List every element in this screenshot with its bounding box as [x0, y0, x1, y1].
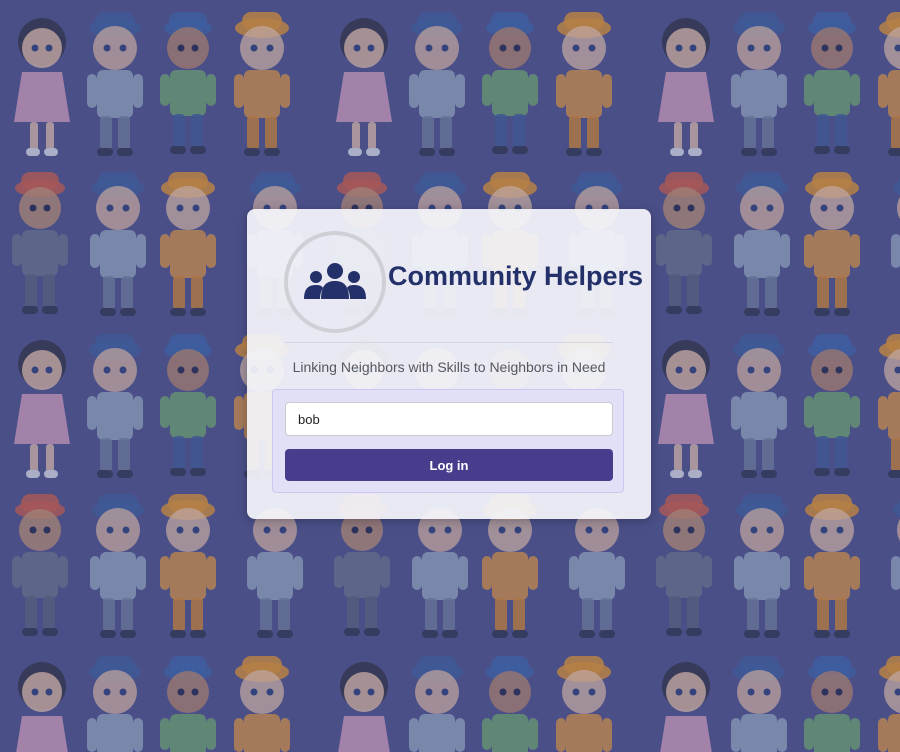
users-group-icon	[304, 263, 366, 299]
header-divider	[285, 342, 613, 343]
login-form: Log in	[272, 389, 624, 493]
app-logo	[284, 231, 386, 333]
app-tagline: Linking Neighbors with Skills to Neighbo…	[292, 359, 606, 375]
login-card: Community Helpers Linking Neighbors with…	[247, 209, 651, 519]
username-input[interactable]	[285, 402, 613, 436]
app-title: Community Helpers	[388, 261, 644, 291]
login-button[interactable]: Log in	[285, 449, 613, 481]
